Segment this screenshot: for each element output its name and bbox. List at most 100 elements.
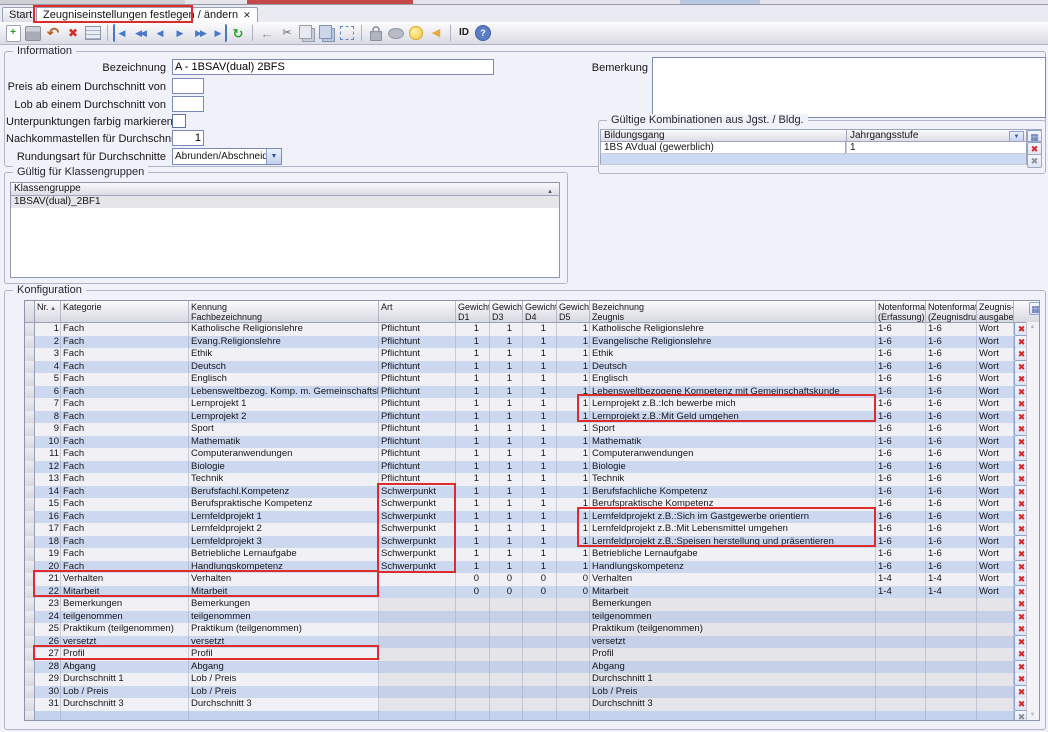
cell[interactable]: Biologie (590, 461, 876, 474)
cell[interactable]: Pflichtunt (379, 336, 456, 349)
nav-first-icon[interactable]: ◀ (113, 24, 129, 42)
cell[interactable] (876, 636, 926, 649)
cell[interactable]: Schwerpunkt (379, 536, 456, 549)
cell[interactable] (977, 686, 1014, 699)
cell[interactable]: 1-6 (926, 473, 977, 486)
konfig-row-7[interactable]: 7FachLernprojekt 1Pflichtunt1111Lernproj… (25, 398, 1039, 411)
cell[interactable]: Wort (977, 511, 1014, 524)
cell[interactable]: 1 (523, 523, 557, 536)
konfig-row-3[interactable]: 3FachEthikPflichtunt1111Ethik1-61-6Wort✖ (25, 348, 1039, 361)
cell[interactable]: 1 (523, 386, 557, 399)
announcement-icon[interactable]: ◀ (427, 24, 445, 42)
record-selector[interactable] (25, 686, 35, 699)
cell[interactable]: 9 (35, 423, 61, 436)
cell[interactable]: 1 (557, 361, 590, 374)
cell[interactable] (977, 673, 1014, 686)
cell[interactable]: 1-6 (876, 361, 926, 374)
cell[interactable] (523, 598, 557, 611)
cell[interactable]: 1-4 (876, 586, 926, 599)
cell[interactable]: 1 (490, 398, 523, 411)
cell[interactable]: 1 (557, 561, 590, 574)
cell[interactable] (523, 623, 557, 636)
cell[interactable]: Schwerpunkt (379, 486, 456, 499)
cell[interactable]: 1 (557, 411, 590, 424)
cell[interactable]: 1 (557, 461, 590, 474)
cell[interactable]: Pflichtunt (379, 448, 456, 461)
cell[interactable]: Durchschnitt 3 (189, 698, 379, 711)
record-selector[interactable] (25, 436, 35, 449)
cell[interactable] (379, 623, 456, 636)
cell[interactable]: 1 (490, 461, 523, 474)
cell[interactable] (490, 636, 523, 649)
cell[interactable]: Lernfeldprojekt z.B.:Mit Lebensmittel um… (590, 523, 876, 536)
cell[interactable] (557, 648, 590, 661)
cell[interactable] (977, 598, 1014, 611)
record-selector[interactable] (25, 611, 35, 624)
cell[interactable]: 19 (35, 548, 61, 561)
cell[interactable]: 1-6 (926, 448, 977, 461)
cell[interactable] (490, 611, 523, 624)
cell[interactable]: 1-6 (926, 411, 977, 424)
column-header[interactable]: Art (379, 301, 456, 322)
cell[interactable] (977, 698, 1014, 711)
kombinationen-empty-row[interactable] (600, 154, 1027, 165)
konfig-row-6[interactable]: 6FachLebensweltbezog. Komp. m. Gemeinsch… (25, 386, 1039, 399)
cell[interactable] (557, 711, 590, 722)
kombinationen-customize-columns-button[interactable]: ▦ (1026, 129, 1042, 142)
cell[interactable]: Wort (977, 361, 1014, 374)
record-selector[interactable] (25, 423, 35, 436)
nav-fast-next-icon[interactable]: ▶▶ (191, 24, 209, 42)
cell[interactable]: 1-6 (876, 323, 926, 336)
cell[interactable] (61, 711, 189, 722)
konfig-row-5[interactable]: 5FachEnglischPflichtunt1111Englisch1-61-… (25, 373, 1039, 386)
cell[interactable]: Technik (189, 473, 379, 486)
kombinationen-row[interactable]: 1BS AVdual (gewerblich) (600, 142, 846, 154)
cell[interactable]: Biologie (189, 461, 379, 474)
cell[interactable]: 0 (557, 586, 590, 599)
cell[interactable]: Pflichtunt (379, 348, 456, 361)
record-ellipse-icon[interactable] (387, 24, 405, 42)
cell[interactable] (876, 711, 926, 722)
cell[interactable]: Wort (977, 373, 1014, 386)
cell[interactable] (456, 636, 490, 649)
cell[interactable]: 1 (456, 423, 490, 436)
cell[interactable]: 0 (523, 586, 557, 599)
cell[interactable]: 1-6 (926, 498, 977, 511)
cell[interactable]: 27 (35, 648, 61, 661)
cell[interactable]: Deutsch (590, 361, 876, 374)
cell[interactable]: Profil (189, 648, 379, 661)
cell[interactable] (926, 686, 977, 699)
cell[interactable]: 1 (523, 323, 557, 336)
klassengruppen-row[interactable]: 1BSAV(dual)_2BF1 (11, 196, 559, 208)
cell[interactable]: Deutsch (189, 361, 379, 374)
cell[interactable]: Wort (977, 473, 1014, 486)
record-selector[interactable] (25, 448, 35, 461)
cell[interactable]: Pflichtunt (379, 398, 456, 411)
cell[interactable] (557, 698, 590, 711)
cell[interactable]: Durchschnitt 3 (590, 698, 876, 711)
cell[interactable]: 1-6 (876, 473, 926, 486)
cell[interactable]: Abgang (189, 661, 379, 674)
cell[interactable]: Pflichtunt (379, 361, 456, 374)
konfig-row-16[interactable]: 16FachLernfeldprojekt 1Schwerpunkt1111Le… (25, 511, 1039, 524)
record-selector[interactable] (25, 498, 35, 511)
cell[interactable] (557, 611, 590, 624)
konfig-row-11[interactable]: 11FachComputeranwendungenPflichtunt1111C… (25, 448, 1039, 461)
kombinationen-col-bildungsgang[interactable]: Bildungsgang (600, 129, 847, 142)
kombinationen-col-jahrgangsstufe[interactable]: Jahrgangsstufe ▼ (846, 129, 1027, 142)
cell[interactable]: Fach (61, 523, 189, 536)
cell[interactable]: 1 (490, 448, 523, 461)
cell[interactable]: 1-6 (876, 536, 926, 549)
cell[interactable]: 15 (35, 498, 61, 511)
cell[interactable]: 1 (557, 436, 590, 449)
konfig-row-25[interactable]: 25Praktikum (teilgenommen)Praktikum (tei… (25, 623, 1039, 636)
column-header[interactable]: BezeichnungZeugnis (590, 301, 876, 322)
cell[interactable] (926, 623, 977, 636)
cell[interactable] (977, 636, 1014, 649)
record-selector[interactable] (25, 348, 35, 361)
cell[interactable]: Wort (977, 486, 1014, 499)
cell[interactable]: 1 (490, 561, 523, 574)
cell[interactable]: Wort (977, 561, 1014, 574)
cell[interactable] (189, 711, 379, 722)
customize-columns-button[interactable]: ▦ (1029, 301, 1040, 322)
